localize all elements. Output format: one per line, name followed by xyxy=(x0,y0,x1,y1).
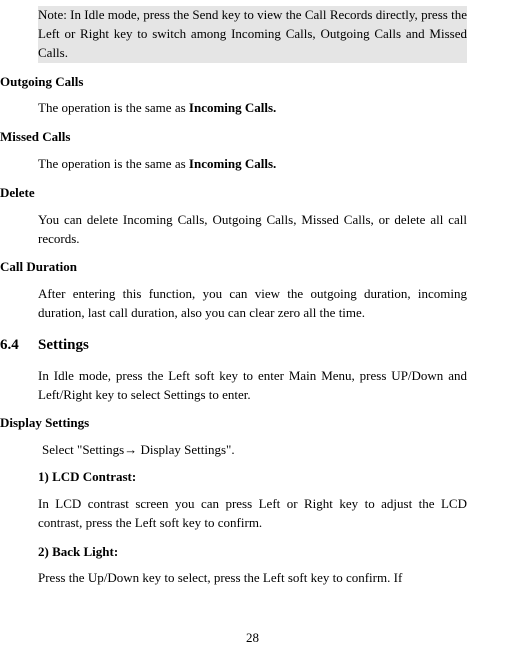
heading-display-settings: Display Settings xyxy=(0,414,467,433)
para-outgoing-prefix: The operation is the same as xyxy=(38,100,189,115)
para-missed-bold: Incoming Calls. xyxy=(189,156,276,171)
section-title: Settings xyxy=(38,337,89,353)
heading-outgoing-calls: Outgoing Calls xyxy=(0,73,467,92)
label-lcd-contrast: 1) LCD Contrast: xyxy=(38,468,467,487)
para-outgoing: The operation is the same as Incoming Ca… xyxy=(38,99,467,118)
para-back-light: Press the Up/Down key to select, press t… xyxy=(38,569,467,588)
page-number: 28 xyxy=(0,630,505,646)
para-lcd-contrast: In LCD contrast screen you can press Lef… xyxy=(38,495,467,533)
para-missed: The operation is the same as Incoming Ca… xyxy=(38,155,467,174)
heading-delete: Delete xyxy=(0,184,467,203)
para-select-display: Select "Settings→ Display Settings". xyxy=(42,441,467,460)
para-missed-prefix: The operation is the same as xyxy=(38,156,189,171)
note-block: Note: In Idle mode, press the Send key t… xyxy=(38,6,467,63)
section-num: 6.4 xyxy=(0,335,38,357)
heading-call-duration: Call Duration xyxy=(0,258,467,277)
label-back-light: 2) Back Light: xyxy=(38,543,467,562)
para-outgoing-bold: Incoming Calls. xyxy=(189,100,276,115)
section-heading-settings: 6.4Settings xyxy=(0,335,467,357)
para-settings-intro: In Idle mode, press the Left soft key to… xyxy=(38,367,467,405)
para-duration: After entering this function, you can vi… xyxy=(38,285,467,323)
para-delete: You can delete Incoming Calls, Outgoing … xyxy=(38,211,467,249)
heading-missed-calls: Missed Calls xyxy=(0,128,467,147)
